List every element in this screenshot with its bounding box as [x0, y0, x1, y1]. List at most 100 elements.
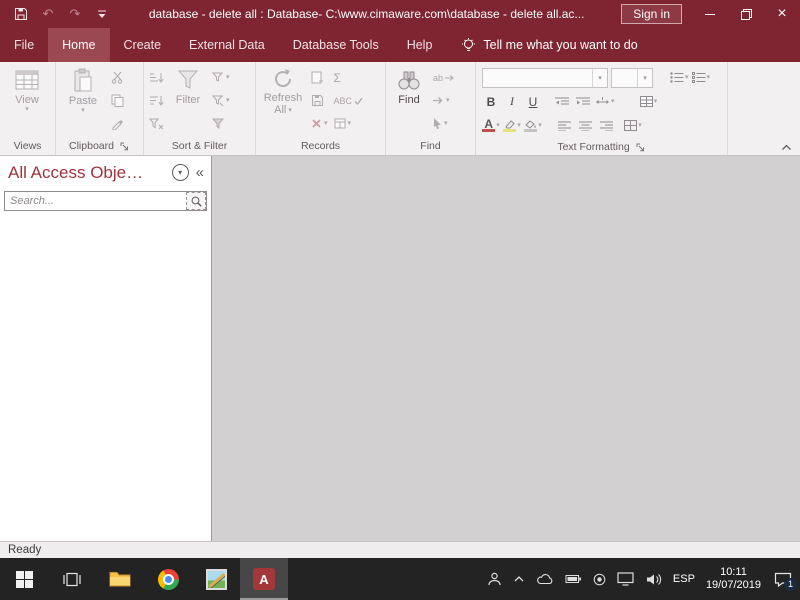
battery-icon[interactable] — [565, 574, 582, 584]
start-button[interactable] — [0, 558, 48, 600]
select-button[interactable]: ▾ — [430, 114, 458, 134]
font-color-button[interactable]: A ▾ — [482, 116, 500, 136]
sort-ascending-button[interactable] — [146, 68, 167, 88]
background-color-bar-icon — [524, 129, 537, 132]
delete-record-button[interactable]: ▾ — [308, 114, 331, 134]
refresh-all-button[interactable]: Refresh All ▾ — [258, 64, 308, 137]
find-small-buttons: ab ▾ ▾ — [430, 64, 458, 137]
goto-button[interactable]: ▾ — [430, 91, 458, 111]
bullets-button[interactable]: ▾ — [670, 68, 689, 88]
language-indicator[interactable]: ESP — [673, 573, 695, 585]
clipboard-dialog-launcher-icon[interactable] — [119, 141, 130, 152]
people-icon[interactable] — [487, 572, 502, 586]
font-family-combo[interactable]: ▾ — [482, 68, 608, 88]
tab-file[interactable]: File — [0, 28, 48, 62]
nav-menu-chevron-icon[interactable]: ▾ — [172, 164, 189, 181]
onedrive-cloud-icon[interactable] — [536, 573, 554, 585]
task-view-button[interactable] — [48, 558, 96, 600]
advanced-filter-button[interactable]: ▾ — [209, 91, 233, 111]
spelling-button[interactable]: ABC — [331, 91, 367, 111]
dropdown-caret-icon: ▾ — [538, 122, 542, 129]
text-direction-button[interactable]: ▾ — [595, 92, 615, 112]
numbering-button[interactable]: ▾ — [692, 68, 711, 88]
align-center-button[interactable] — [576, 116, 594, 136]
tab-create[interactable]: Create — [110, 28, 176, 62]
ribbon: View ▾ Views Paste ▾ — [0, 62, 800, 156]
dropdown-caret-icon: ▾ — [707, 74, 711, 81]
image-editor-icon — [206, 569, 227, 590]
decrease-indent-button[interactable] — [553, 92, 571, 112]
search-input[interactable] — [5, 192, 186, 210]
increase-indent-button[interactable] — [574, 92, 592, 112]
close-button[interactable]: × — [764, 0, 800, 28]
collapse-ribbon-icon[interactable] — [781, 144, 792, 151]
redo-icon[interactable]: ↷ — [66, 5, 84, 23]
selection-button[interactable]: ▾ — [209, 68, 233, 88]
minimize-button[interactable] — [692, 0, 728, 28]
totals-button[interactable]: Σ — [331, 68, 367, 88]
highlight-button[interactable]: ▾ — [503, 116, 521, 136]
italic-button[interactable]: I — [503, 92, 521, 112]
clock[interactable]: 10:11 19/07/2019 — [706, 566, 761, 592]
font-size-combo[interactable]: ▾ — [611, 68, 653, 88]
paste-button[interactable]: Paste ▾ — [58, 64, 108, 137]
show-hidden-icons-chevron-icon[interactable] — [513, 575, 525, 583]
binoculars-icon — [396, 68, 422, 92]
find-button[interactable]: Find — [388, 64, 430, 137]
toggle-filter-button[interactable] — [209, 114, 233, 134]
replace-button[interactable]: ab — [430, 68, 458, 88]
align-left-button[interactable] — [555, 116, 573, 136]
qat-customize-icon[interactable] — [93, 5, 111, 23]
network-icon[interactable] — [617, 572, 634, 586]
align-right-button[interactable] — [597, 116, 615, 136]
new-record-button[interactable] — [308, 68, 331, 88]
tell-me-box[interactable]: Tell me what you want to do — [462, 28, 637, 62]
access-taskbar-button[interactable]: A — [240, 558, 288, 600]
tray-status-icon[interactable] — [593, 573, 606, 586]
tab-help[interactable]: Help — [393, 28, 447, 62]
windows-logo-icon — [16, 571, 33, 588]
image-editor-button[interactable] — [192, 558, 240, 600]
view-button-label: View — [15, 94, 39, 106]
record-tool-buttons: Σ ABC ▾ — [331, 64, 367, 137]
clipboard-small-buttons — [108, 64, 127, 137]
more-button[interactable]: ▾ — [331, 114, 367, 134]
clock-date: 19/07/2019 — [706, 579, 761, 592]
chrome-icon — [158, 569, 179, 590]
restore-button[interactable] — [728, 0, 764, 28]
remove-sort-button[interactable] — [146, 114, 167, 134]
file-explorer-button[interactable] — [96, 558, 144, 600]
bold-button[interactable]: B — [482, 92, 500, 112]
action-center-button[interactable]: 1 — [774, 572, 792, 587]
tab-home[interactable]: Home — [48, 28, 109, 62]
cut-button[interactable] — [108, 68, 127, 88]
dropdown-caret-icon: ▾ — [444, 120, 448, 127]
nav-object-list — [0, 211, 211, 541]
underline-button[interactable]: U — [524, 92, 542, 112]
dropdown-caret-icon: ▾ — [685, 74, 689, 81]
copy-button[interactable] — [108, 91, 127, 111]
save-record-button[interactable] — [308, 91, 331, 111]
clock-time: 10:11 — [706, 566, 761, 579]
text-formatting-dialog-launcher-icon[interactable] — [635, 142, 646, 153]
tab-database-tools[interactable]: Database Tools — [279, 28, 393, 62]
group-label-records: Records — [301, 140, 340, 152]
save-icon[interactable] — [12, 5, 30, 23]
chrome-button[interactable] — [144, 558, 192, 600]
view-button[interactable]: View ▾ — [2, 64, 52, 137]
shutter-bar-close-icon[interactable]: « — [196, 164, 204, 181]
dropdown-caret-icon: ▾ — [288, 107, 292, 114]
filter-button[interactable]: Filter — [167, 64, 209, 137]
background-color-button[interactable]: ▾ — [524, 116, 542, 136]
gridlines-button[interactable]: ▾ — [624, 116, 642, 136]
tab-external-data[interactable]: External Data — [175, 28, 279, 62]
sort-descending-button[interactable] — [146, 91, 167, 111]
undo-icon[interactable]: ↶ — [39, 5, 57, 23]
search-go-button[interactable] — [186, 192, 206, 210]
sign-in-button[interactable]: Sign in — [621, 4, 682, 24]
table-color-button[interactable]: ▾ — [640, 92, 658, 112]
dropdown-caret-icon: ▾ — [226, 97, 230, 104]
file-explorer-icon — [109, 570, 131, 588]
volume-icon[interactable] — [645, 573, 662, 586]
format-painter-button[interactable] — [108, 114, 127, 134]
